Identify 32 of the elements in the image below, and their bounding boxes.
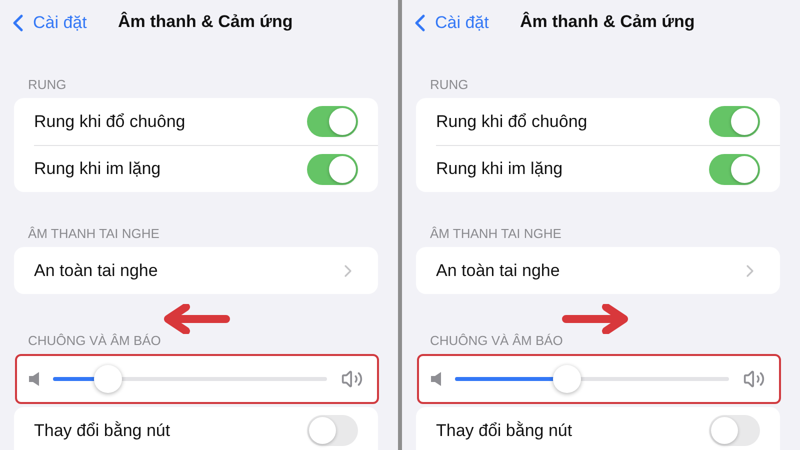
back-button[interactable]: Cài đặt [406, 8, 489, 36]
section-header: RUNG [430, 77, 470, 92]
section-header: CHUÔNG VÀ ÂM BÁO [430, 333, 564, 348]
slider-thumb[interactable] [553, 365, 582, 393]
section-header: CHUÔNG VÀ ÂM BÁO [28, 333, 162, 348]
toggle-switch[interactable] [307, 415, 358, 446]
volume-slider[interactable] [455, 365, 729, 393]
section-header: ÂM THANH TAI NGHE [28, 226, 160, 241]
section-header: ÂM THANH TAI NGHE [430, 226, 562, 241]
page-title: Âm thanh & Cảm ứng [520, 12, 695, 32]
back-button[interactable]: Cài đặt [4, 8, 87, 36]
speaker-loud-icon [341, 368, 363, 390]
volume-slider[interactable] [53, 365, 327, 393]
setting-row[interactable]: An toàn tai nghe [416, 247, 780, 294]
toggle-switch[interactable] [709, 415, 760, 446]
slider-thumb[interactable] [94, 365, 122, 393]
setting-label: Rung khi đổ chuông [436, 112, 588, 132]
setting-label: Rung khi im lặng [436, 159, 563, 179]
page-title: Âm thanh & Cảm ứng [118, 12, 293, 32]
speaker-icon [431, 372, 441, 386]
section-header: RUNG [28, 77, 68, 92]
toggle-switch[interactable] [307, 106, 358, 137]
setting-label: Thay đổi bằng nút [34, 420, 170, 440]
setting-label: Rung khi đổ chuông [34, 112, 186, 132]
toggle-switch[interactable] [709, 154, 760, 184]
setting-label: Rung khi im lặng [34, 159, 161, 179]
speaker-icon [29, 372, 39, 386]
speaker-loud-icon [743, 368, 765, 390]
setting-row[interactable]: An toàn tai nghe [14, 247, 378, 294]
setting-label: Thay đổi bằng nút [436, 420, 572, 440]
toggle-switch[interactable] [307, 154, 358, 184]
toggle-switch[interactable] [709, 106, 760, 137]
